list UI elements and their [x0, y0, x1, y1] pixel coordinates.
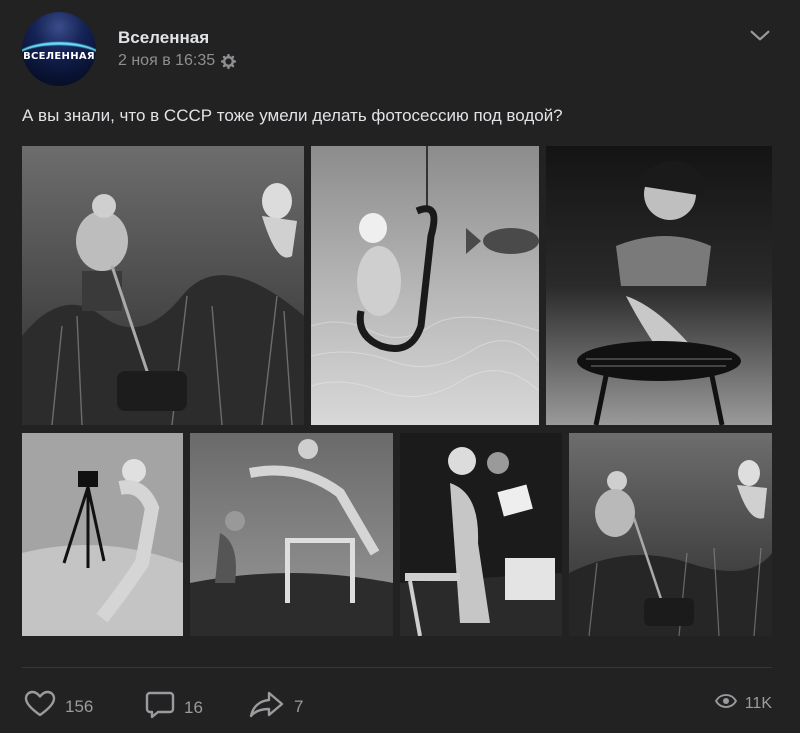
photo-4[interactable] — [22, 433, 183, 636]
like-button[interactable]: 156 — [24, 690, 93, 723]
shares-count: 7 — [294, 696, 304, 716]
photo-1[interactable] — [22, 146, 304, 425]
share-button[interactable]: 7 — [249, 690, 303, 723]
wall-post: ВСЕЛЕННАЯ Вселенная 2 ноя в 16:35 А вы з… — [0, 0, 800, 733]
comment-icon — [145, 690, 175, 725]
photo-7[interactable] — [569, 433, 772, 636]
photo-3[interactable] — [546, 146, 772, 425]
post-date[interactable]: 2 ноя в 16:35 — [118, 52, 215, 70]
post-text: А вы знали, что в СССР тоже умели делать… — [22, 106, 563, 125]
likes-count: 156 — [65, 696, 94, 716]
heart-icon — [24, 690, 56, 723]
views-count: 11K — [744, 694, 772, 712]
gear-icon — [221, 53, 237, 69]
share-icon — [249, 690, 285, 723]
author-name[interactable]: Вселенная — [118, 28, 209, 48]
comments-count: 16 — [184, 697, 203, 717]
eye-icon — [714, 694, 737, 713]
photo-5[interactable] — [190, 433, 393, 636]
chevron-down-icon — [750, 29, 770, 47]
avatar-logo-text: ВСЕЛЕННАЯ — [23, 51, 95, 62]
photo-6[interactable] — [400, 433, 562, 636]
comment-button[interactable]: 16 — [145, 690, 203, 725]
photo-2[interactable] — [311, 146, 539, 425]
post-menu-button[interactable] — [748, 28, 772, 48]
avatar-glow — [22, 42, 96, 82]
post-divider — [22, 667, 772, 668]
views-counter: 11K — [714, 694, 772, 713]
avatar[interactable]: ВСЕЛЕННАЯ — [22, 12, 96, 86]
post-date-row: 2 ноя в 16:35 — [118, 52, 237, 70]
